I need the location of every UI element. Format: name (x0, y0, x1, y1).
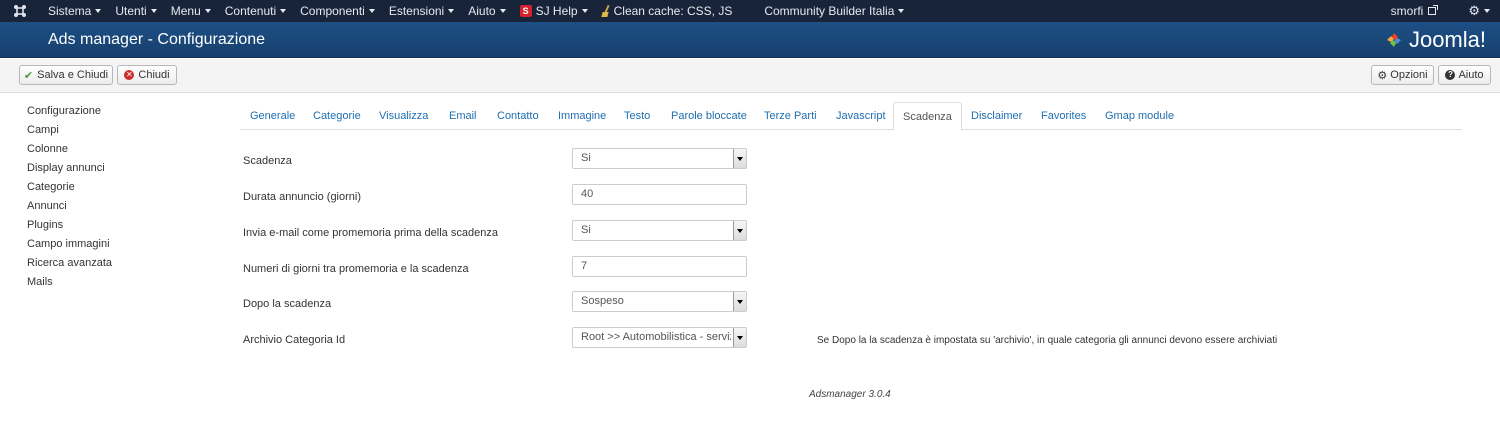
tab-javascript[interactable]: Javascript (836, 102, 886, 130)
caret-down-icon (448, 9, 455, 13)
caret-down-icon (898, 9, 905, 13)
tab-disclaimer[interactable]: Disclaimer (971, 102, 1022, 130)
sidebar-item-ricerca-avanzata[interactable]: Ricerca avanzata (27, 256, 187, 275)
tab-visualizza[interactable]: Visualizza (379, 102, 428, 130)
menu-community-builder[interactable]: Community Builder Italia (756, 0, 910, 22)
giorni-promemoria-input[interactable]: 7 (572, 256, 747, 277)
dopo-scadenza-label: Dopo la scadenza (243, 298, 332, 310)
version-footer: Adsmanager 3.0.4 (809, 389, 891, 400)
external-link-icon (1428, 5, 1439, 15)
sidebar-item-mails[interactable]: Mails (27, 275, 187, 294)
user-link[interactable]: smorfi (1383, 0, 1443, 22)
menu-menu[interactable]: Menu (163, 0, 217, 22)
chevron-down-icon (733, 221, 746, 240)
invia-promemoria-label: Invia e-mail come promemoria prima della… (243, 227, 498, 239)
menu-contenuti[interactable]: Contenuti (217, 0, 292, 22)
tab-testo[interactable]: Testo (624, 102, 650, 130)
tab-immagine[interactable]: Immagine (558, 102, 606, 130)
tab-gmap-module[interactable]: Gmap module (1105, 102, 1174, 130)
joomla-logo: Joomla! (1382, 26, 1486, 54)
tab-favorites[interactable]: Favorites (1041, 102, 1086, 130)
joomla-icon[interactable] (0, 0, 40, 22)
scadenza-label: Scadenza (243, 155, 292, 167)
check-icon: ✔ (23, 69, 34, 82)
menu-estensioni[interactable]: Estensioni (381, 0, 460, 22)
caret-down-icon (368, 9, 375, 13)
caret-down-icon (204, 9, 211, 13)
question-icon: ? (1445, 70, 1456, 80)
tab-scadenza[interactable]: Scadenza (893, 102, 962, 131)
menu-sj-help[interactable]: S SJ Help (512, 0, 594, 22)
archivio-categoria-label: Archivio Categoria Id (243, 334, 346, 346)
chevron-down-icon (733, 292, 746, 311)
tab-email[interactable]: Email (449, 102, 477, 130)
archivio-help-text: Se Dopo la la scadenza è impostata su 'a… (817, 335, 1278, 346)
durata-annuncio-label: Durata annuncio (giorni) (243, 191, 362, 203)
chevron-down-icon (733, 149, 746, 168)
save-close-button[interactable]: ✔ Salva e Chiudi (19, 65, 113, 85)
caret-down-icon (95, 9, 102, 13)
gear-icon: ⚙ (1468, 3, 1480, 18)
invia-promemoria-select[interactable]: Si (572, 220, 747, 241)
page-title: Ads manager - Configurazione (48, 31, 266, 48)
tab-generale[interactable]: Generale (250, 102, 295, 130)
sidebar-item-campi[interactable]: Campi (27, 123, 187, 142)
sidebar-item-colonne[interactable]: Colonne (27, 142, 187, 161)
sidebar-item-annunci[interactable]: Annunci (27, 199, 187, 218)
caret-down-icon (499, 9, 506, 13)
menu-componenti[interactable]: Componenti (292, 0, 381, 22)
settings-menu[interactable]: ⚙ (1442, 0, 1500, 22)
menu-sistema[interactable]: Sistema (40, 0, 107, 22)
tab-categorie[interactable]: Categorie (313, 102, 361, 130)
sidebar-item-campo-immagini[interactable]: Campo immagini (27, 237, 187, 256)
chevron-down-icon (733, 328, 746, 347)
sidebar-item-configurazione[interactable]: Configurazione (27, 104, 187, 123)
close-icon: ✕ (124, 70, 135, 80)
options-button[interactable]: ⚙ Opzioni (1371, 65, 1434, 85)
admin-menu-bar: Sistema Utenti Menu Contenuti Componenti… (0, 0, 1500, 22)
caret-down-icon (150, 9, 157, 13)
tab-parole-bloccate[interactable]: Parole bloccate (671, 102, 747, 130)
caret-down-icon (280, 9, 287, 13)
sj-help-icon: S (519, 5, 532, 17)
tab-terze-parti[interactable]: Terze Parti (764, 102, 817, 130)
sidebar-item-categorie[interactable]: Categorie (27, 180, 187, 199)
topbar-user-area: smorfi ⚙ (1383, 0, 1500, 22)
scadenza-select[interactable]: Si (572, 148, 747, 169)
sidebar-item-display-annunci[interactable]: Display annunci (27, 161, 187, 180)
durata-annuncio-input[interactable]: 40 (572, 184, 747, 205)
menu-aiuto[interactable]: Aiuto (460, 0, 511, 22)
config-tabs: Generale Categorie Visualizza Email Cont… (240, 102, 1462, 131)
menu-utenti[interactable]: Utenti (107, 0, 162, 22)
page-header: Ads manager - Configurazione Joomla! (0, 22, 1500, 58)
sidebar-item-plugins[interactable]: Plugins (27, 218, 187, 237)
giorni-promemoria-label: Numeri di giorni tra promemoria e la sca… (243, 263, 469, 275)
joomla-logo-icon (1386, 33, 1401, 47)
toolbar: ✔ Salva e Chiudi ✕ Chiudi ⚙ Opzioni ? Ai… (0, 59, 1500, 93)
sidebar: Configurazione Campi Colonne Display ann… (27, 104, 187, 294)
dopo-scadenza-select[interactable]: Sospeso (572, 291, 747, 312)
caret-down-icon (1484, 9, 1490, 13)
broom-icon (602, 5, 612, 17)
archivio-categoria-select[interactable]: Root >> Automobilistica - serviz (572, 327, 747, 348)
gear-icon: ⚙ (1377, 69, 1388, 82)
tab-contatto[interactable]: Contatto (497, 102, 539, 130)
help-button[interactable]: ? Aiuto (1438, 65, 1491, 85)
close-button[interactable]: ✕ Chiudi (117, 65, 177, 85)
menu-clean-cache[interactable]: Clean cache: CSS, JS (594, 0, 739, 22)
caret-down-icon (581, 9, 588, 13)
